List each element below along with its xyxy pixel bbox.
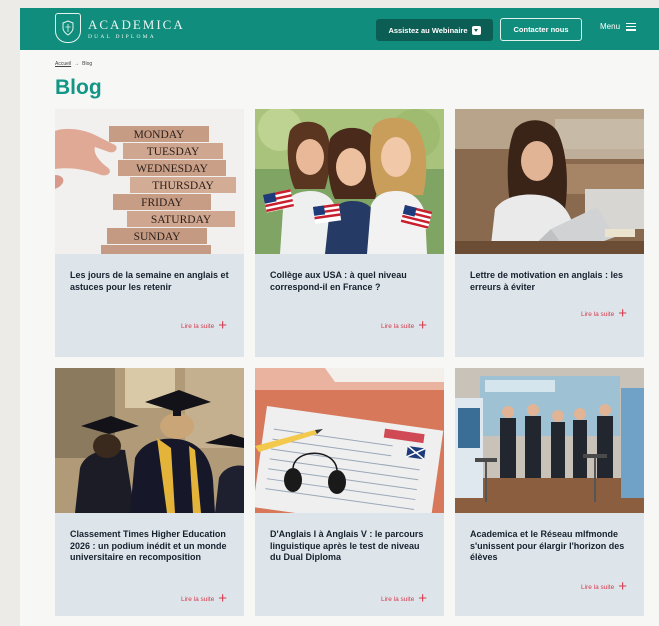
read-more-link[interactable]: Lire la suite +: [380, 317, 427, 334]
breadcrumb-home-link[interactable]: Accueil: [55, 61, 71, 67]
read-more-label: Lire la suite: [380, 595, 415, 603]
english-test-sheet-image: [255, 368, 444, 513]
card-title[interactable]: Lettre de motivation en anglais : les er…: [470, 270, 630, 293]
logo-subtitle: DUAL DIPLOMA: [88, 34, 156, 40]
read-more-link[interactable]: Lire la suite +: [180, 317, 227, 334]
students-with-flags-image: [255, 109, 444, 254]
blog-card[interactable]: Classement Times Higher Education 2026 :…: [55, 368, 244, 616]
card-image-english-test-sheet[interactable]: [255, 368, 444, 513]
card-title[interactable]: Les jours de la semaine en anglais et as…: [70, 270, 230, 293]
card-image-students-with-flags[interactable]: [255, 109, 444, 254]
plus-icon: +: [618, 305, 627, 322]
breadcrumb-separator: →: [74, 61, 80, 67]
shield-emblem-icon: [62, 20, 74, 36]
webinar-button[interactable]: Assistez au Webinaire: [376, 19, 493, 41]
weekday-blocks-image: MONDAY TUESDAY WEDNESDAY THURSDAY FRIDAY…: [55, 109, 244, 254]
card-title[interactable]: Academica et le Réseau mlfmonde s'unisse…: [470, 529, 630, 564]
blog-card[interactable]: D'Anglais I à Anglais V : le parcours li…: [255, 368, 444, 616]
blog-card[interactable]: Lettre de motivation en anglais : les er…: [455, 109, 644, 357]
plus-icon: +: [218, 317, 227, 334]
webinar-shield-icon: [471, 25, 481, 35]
card-title[interactable]: Classement Times Higher Education 2026 :…: [70, 529, 230, 564]
logo-shield-icon[interactable]: [55, 13, 81, 43]
weekday-label: WEDNESDAY: [136, 163, 208, 175]
webinar-button-label: Assistez au Webinaire: [388, 25, 468, 35]
blog-card[interactable]: Collège aux USA : à quel niveau correspo…: [255, 109, 444, 357]
page: ACADEMICA DUAL DIPLOMA Assistez au Webin…: [20, 8, 659, 626]
card-image-partners-group[interactable]: [455, 368, 644, 513]
plus-icon: +: [218, 590, 227, 607]
blog-card[interactable]: Academica et le Réseau mlfmonde s'unisse…: [455, 368, 644, 616]
plus-icon: +: [418, 317, 427, 334]
weekday-label: TUESDAY: [147, 146, 200, 158]
graduates-image: [55, 368, 244, 513]
partners-group-image: [455, 368, 644, 513]
read-more-label: Lire la suite: [580, 583, 615, 591]
read-more-link[interactable]: Lire la suite +: [180, 590, 227, 607]
read-more-label: Lire la suite: [180, 322, 215, 330]
card-title[interactable]: Collège aux USA : à quel niveau correspo…: [270, 270, 430, 293]
read-more-link[interactable]: Lire la suite +: [580, 578, 627, 595]
menu-button[interactable]: Menu: [600, 22, 637, 31]
contact-button[interactable]: Contacter nous: [500, 18, 582, 41]
logo[interactable]: ACADEMICA DUAL DIPLOMA: [88, 17, 185, 40]
read-more-link[interactable]: Lire la suite +: [580, 305, 627, 322]
plus-icon: +: [418, 590, 427, 607]
card-image-graduates[interactable]: [55, 368, 244, 513]
read-more-label: Lire la suite: [380, 322, 415, 330]
plus-icon: +: [618, 578, 627, 595]
weekday-label: THURSDAY: [152, 180, 214, 192]
card-title[interactable]: D'Anglais I à Anglais V : le parcours li…: [270, 529, 430, 564]
read-more-label: Lire la suite: [180, 595, 215, 603]
menu-label: Menu: [600, 22, 621, 31]
weekday-label: FRIDAY: [141, 197, 183, 209]
site-header: ACADEMICA DUAL DIPLOMA Assistez au Webin…: [20, 8, 659, 50]
card-image-student-laptop[interactable]: [455, 109, 644, 254]
weekday-label: MONDAY: [134, 129, 185, 141]
card-image-weekday-blocks[interactable]: MONDAY TUESDAY WEDNESDAY THURSDAY FRIDAY…: [55, 109, 244, 254]
read-more-label: Lire la suite: [580, 310, 615, 318]
weekday-label: SATURDAY: [151, 214, 212, 226]
weekday-label: SUNDAY: [134, 231, 182, 243]
hamburger-icon: [626, 22, 637, 31]
breadcrumb: Accueil → Blog: [55, 61, 92, 67]
breadcrumb-current: Blog: [82, 61, 93, 67]
read-more-link[interactable]: Lire la suite +: [380, 590, 427, 607]
page-title: Blog: [55, 76, 102, 99]
student-laptop-image: [455, 109, 644, 254]
logo-name: ACADEMICA: [88, 17, 185, 32]
blog-card[interactable]: MONDAY TUESDAY WEDNESDAY THURSDAY FRIDAY…: [55, 109, 244, 357]
